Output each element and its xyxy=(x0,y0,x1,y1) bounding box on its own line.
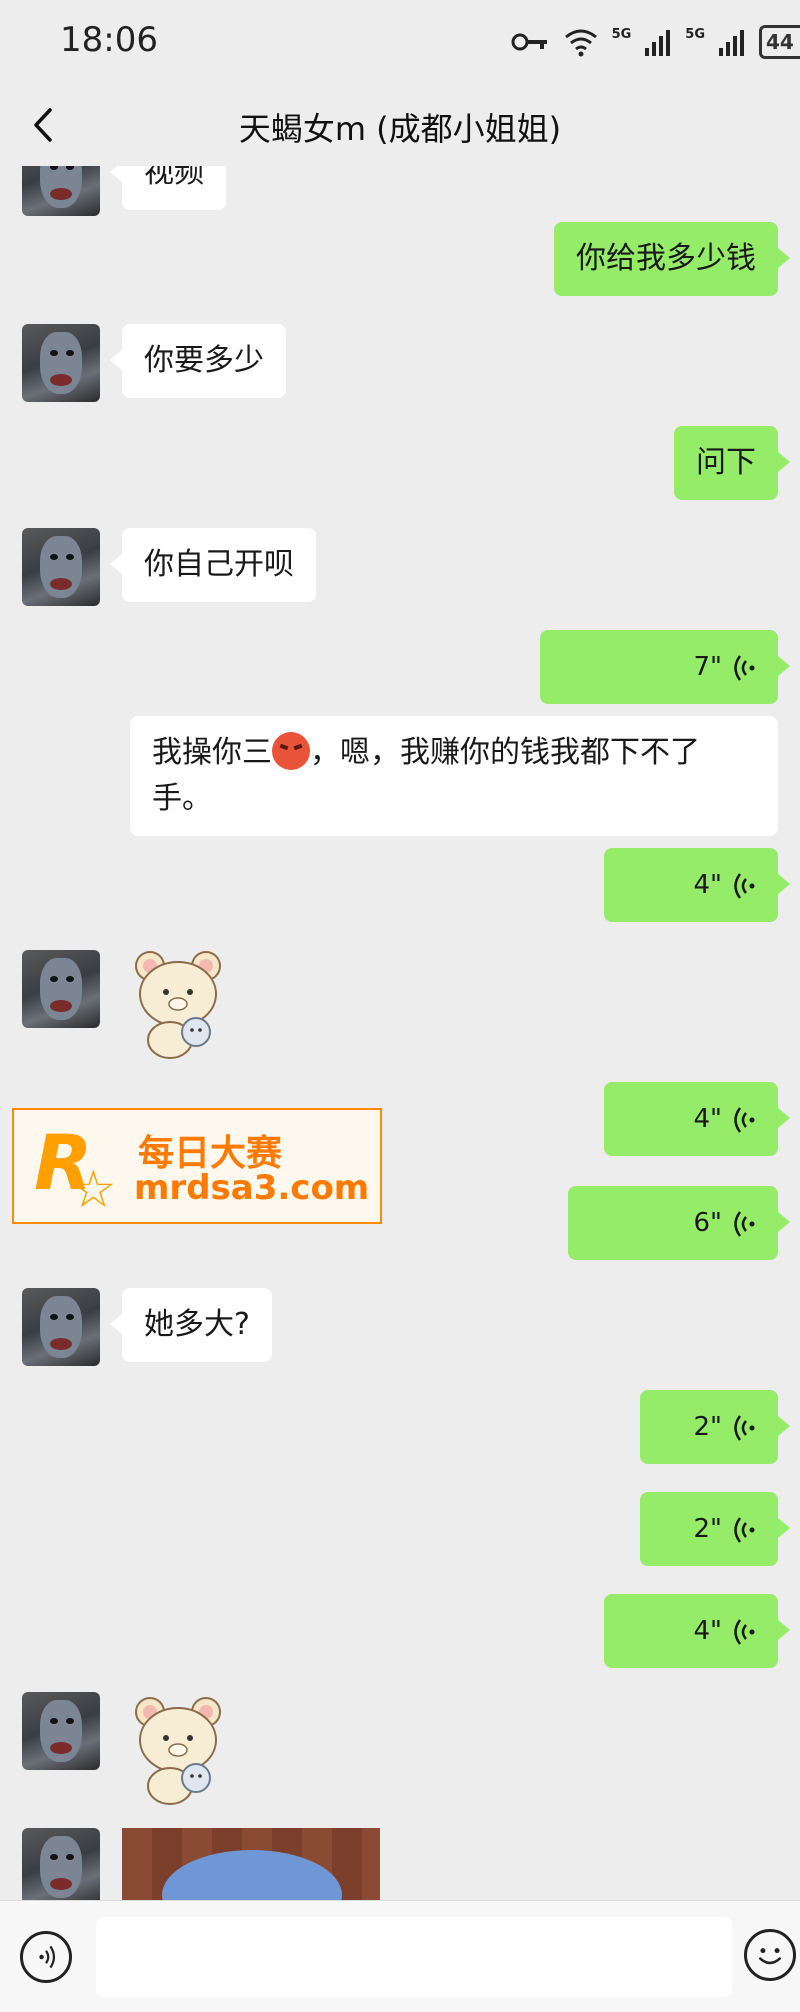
star-icon: ☆ xyxy=(70,1160,117,1220)
message-bubble-received[interactable]: 你自己开呗 xyxy=(110,528,316,602)
voice-message[interactable]: 4" xyxy=(604,1594,790,1668)
status-icons: 5G 5G 44 xyxy=(510,24,800,60)
voice-message[interactable]: 7" xyxy=(540,630,790,704)
bear-sticker[interactable] xyxy=(130,948,226,1060)
status-bar: 18:06 5G 5G 44 xyxy=(0,0,800,84)
voice-duration: 7" xyxy=(693,652,722,682)
battery-icon: 44 xyxy=(759,25,800,59)
image-message[interactable] xyxy=(122,1828,380,1900)
chat-header: 天蝎女m (成都小姐姐) xyxy=(0,84,800,166)
contact-avatar[interactable] xyxy=(22,950,100,1028)
voice-duration: 4" xyxy=(693,870,722,900)
signal-icon xyxy=(719,30,744,56)
voice-wave-icon xyxy=(734,872,755,899)
watermark-logo: R ☆ 每日大赛 mrdsa3.com xyxy=(12,1108,382,1224)
voice-message[interactable]: 2" xyxy=(640,1390,790,1464)
voice-wave-icon xyxy=(734,1618,755,1645)
voice-icon[interactable] xyxy=(20,1931,72,1983)
voice-message[interactable]: 4" xyxy=(604,848,790,922)
voice-message[interactable]: 2" xyxy=(640,1492,790,1566)
input-bar xyxy=(0,1900,800,2012)
contact-avatar[interactable] xyxy=(22,1288,100,1366)
voice-wave-icon xyxy=(734,654,755,681)
message-text: 我操你三 xyxy=(152,735,272,770)
network-type-2: 5G xyxy=(685,26,705,42)
message-bubble-quoted[interactable]: 我操你三 ，嗯，我赚你的钱我都下不了手。 xyxy=(130,716,778,836)
angry-face-emoji xyxy=(272,731,310,770)
contact-avatar[interactable] xyxy=(22,1828,100,1900)
signal-icon xyxy=(645,30,671,56)
contact-avatar[interactable] xyxy=(22,1692,100,1770)
voice-message[interactable]: 4" xyxy=(604,1082,790,1156)
voice-duration: 4" xyxy=(693,1616,722,1646)
key-icon xyxy=(511,33,547,51)
wifi-icon xyxy=(564,29,597,57)
contact-avatar[interactable] xyxy=(22,166,100,216)
voice-duration: 6" xyxy=(693,1208,722,1238)
message-bubble-sent[interactable]: 你给我多少钱 xyxy=(554,222,790,296)
status-time: 18:06 xyxy=(60,20,158,60)
voice-wave-icon xyxy=(734,1516,755,1543)
chat-title: 天蝎女m (成都小姐姐) xyxy=(238,110,562,148)
emoji-icon[interactable] xyxy=(744,1929,796,1981)
voice-wave-icon xyxy=(734,1414,755,1441)
contact-avatar[interactable] xyxy=(22,528,100,606)
voice-duration: 4" xyxy=(693,1104,722,1134)
voice-wave-icon xyxy=(734,1106,755,1133)
voice-duration: 2" xyxy=(693,1412,722,1442)
watermark-url: mrdsa3.com xyxy=(134,1168,370,1208)
message-bubble-received[interactable]: 你要多少 xyxy=(110,324,286,398)
voice-wave-icon xyxy=(734,1210,755,1237)
message-input[interactable] xyxy=(96,1917,732,1997)
bear-sticker[interactable] xyxy=(130,1694,226,1806)
voice-message[interactable]: 6" xyxy=(568,1186,790,1260)
network-type-1: 5G xyxy=(611,26,632,42)
message-bubble-sent[interactable]: 问下 xyxy=(674,426,790,500)
voice-duration: 2" xyxy=(693,1514,722,1544)
message-bubble-received[interactable]: 她多大? xyxy=(110,1288,272,1362)
chat-message-list[interactable]: 视频 你给我多少钱 你要多少 问下 你自己开呗 7" 我操你三 ，嗯，我赚你的钱我… xyxy=(0,166,800,1900)
contact-avatar[interactable] xyxy=(22,324,100,402)
message-bubble-received[interactable]: 视频 xyxy=(110,166,226,210)
